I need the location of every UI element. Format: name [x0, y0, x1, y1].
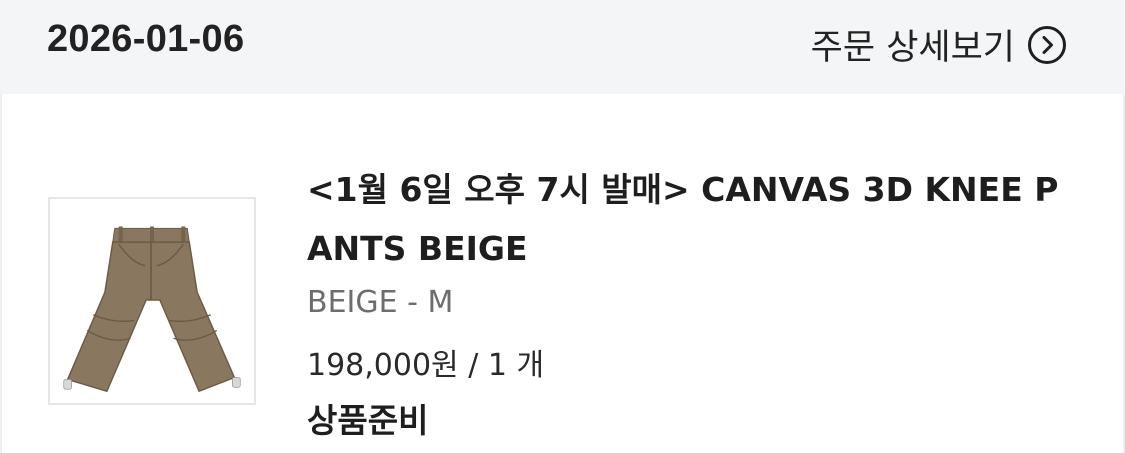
order-detail-link[interactable]: 주문 상세보기 — [811, 19, 1067, 70]
card-border-left — [0, 94, 2, 453]
order-header: 2026-01-06 주문 상세보기 — [0, 0, 1125, 94]
chevron-right-circle-icon — [1028, 25, 1066, 64]
pants-image — [50, 199, 254, 403]
product-name[interactable]: <1월 6일 오후 7시 발매> CANVAS 3D KNEE PANTS BE… — [307, 160, 1067, 278]
order-detail-label: 주문 상세보기 — [810, 28, 1015, 68]
order-status: 상품준비 — [307, 401, 429, 440]
product-thumbnail[interactable] — [48, 197, 256, 405]
product-option: BEIGE - M — [307, 285, 454, 320]
product-price-quantity: 198,000원 / 1 개 — [307, 348, 545, 383]
order-date: 2026-01-06 — [47, 18, 245, 60]
